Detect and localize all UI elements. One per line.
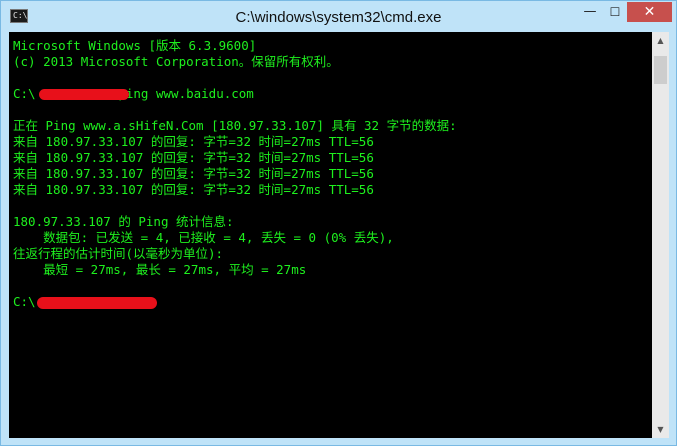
console-line: 来自 180.97.33.107 的回复: 字节=32 时间=27ms TTL=… [13,182,374,197]
console-line: 数据包: 已发送 = 4, 已接收 = 4, 丢失 = 0 (0% 丢失), [13,230,394,245]
console-output[interactable]: Microsoft Windows [版本 6.3.9600] (c) 2013… [9,32,652,438]
redaction-mark [37,297,157,309]
console-line: (c) 2013 Microsoft Corporation。保留所有权利。 [13,54,339,69]
title-bar[interactable]: C:\ C:\windows\system32\cmd.exe — ☐ ✕ [1,1,676,32]
scroll-up-arrow-icon[interactable]: ▲ [652,32,669,49]
console-line: 来自 180.97.33.107 的回复: 字节=32 时间=27ms TTL=… [13,150,374,165]
maximize-button[interactable]: ☐ [603,2,627,22]
console-line: 正在 Ping www.a.sHifeN.Com [180.97.33.107]… [13,118,457,133]
scroll-down-arrow-icon[interactable]: ▼ [652,421,669,438]
console-line: 往返行程的估计时间(以毫秒为单位): [13,246,224,261]
console-line: 来自 180.97.33.107 的回复: 字节=32 时间=27ms TTL=… [13,134,374,149]
console-line: 来自 180.97.33.107 的回复: 字节=32 时间=27ms TTL=… [13,166,374,181]
console-line: Microsoft Windows [版本 6.3.9600] [13,38,257,53]
console-line: C:\ [13,294,36,309]
console-line: 最短 = 27ms, 最长 = 27ms, 平均 = 27ms [13,262,307,277]
cmd-window: C:\ C:\windows\system32\cmd.exe — ☐ ✕ Mi… [0,0,677,446]
vertical-scrollbar[interactable]: ▲ ▼ [652,32,669,438]
window-title: C:\windows\system32\cmd.exe [235,9,442,26]
scroll-thumb[interactable] [654,56,667,84]
redaction-mark [39,89,129,100]
console-line: 180.97.33.107 的 Ping 统计信息: [13,214,234,229]
close-button[interactable]: ✕ [627,2,672,22]
minimize-button[interactable]: — [577,2,603,22]
